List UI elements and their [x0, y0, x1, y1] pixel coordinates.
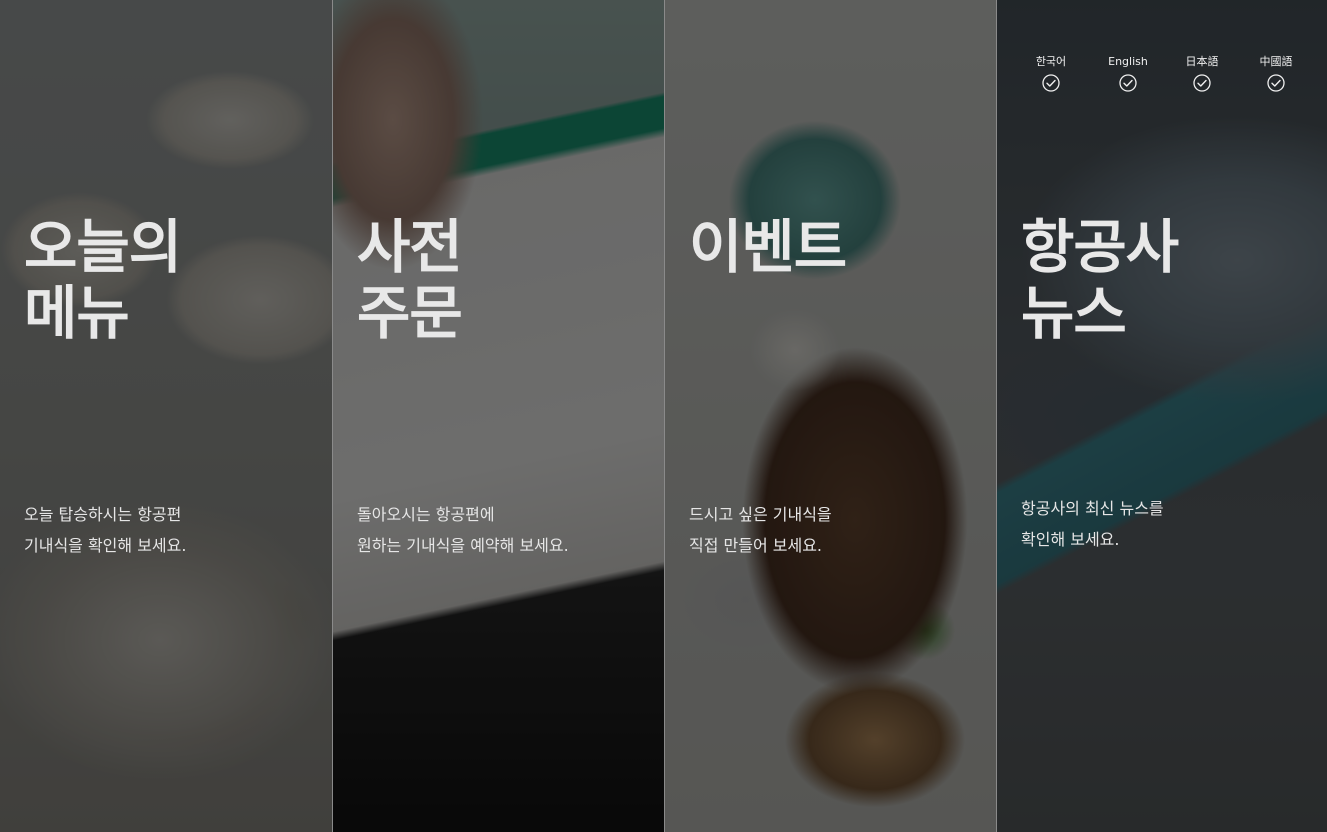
panel-title-line: 주문 [357, 279, 463, 347]
language-label: 中國語 [1259, 55, 1293, 68]
panel-airline-news[interactable]: 한국어 English 日本語 中國語 항공사 뉴스 항공사의 최신 뉴스를 확… [996, 0, 1327, 832]
panel-todays-menu[interactable]: 오늘의 메뉴 오늘 탑승하시는 항공편 기내식을 확인해 보세요. [0, 0, 332, 832]
check-circle-icon [1193, 74, 1211, 92]
panel-description-line: 기내식을 확인해 보세요. [24, 536, 187, 555]
menu-panels: 오늘의 메뉴 오늘 탑승하시는 항공편 기내식을 확인해 보세요. 사전 주문 … [0, 0, 1327, 832]
language-label: 한국어 [1035, 55, 1067, 68]
panel-title: 오늘의 메뉴 [24, 213, 182, 347]
panel-title-line: 항공사 [1021, 213, 1179, 281]
dark-overlay [997, 0, 1327, 832]
panel-description: 드시고 싶은 기내식을 직접 만들어 보세요. [689, 499, 832, 561]
language-option-japanese[interactable]: 日本語 [1167, 54, 1237, 92]
panel-description: 돌아오시는 항공편에 원하는 기내식을 예약해 보세요. [357, 499, 569, 561]
dark-overlay [0, 0, 332, 832]
dark-overlay [665, 0, 996, 832]
language-label: 日本語 [1185, 55, 1219, 68]
panel-title: 항공사 뉴스 [1021, 213, 1179, 347]
panel-description-line: 직접 만들어 보세요. [689, 536, 823, 555]
language-option-english[interactable]: English [1093, 54, 1163, 92]
panel-description-line: 오늘 탑승하시는 항공편 [24, 505, 182, 524]
check-circle-icon [1042, 74, 1060, 92]
panel-description-line: 확인해 보세요. [1021, 530, 1120, 549]
panel-title-line: 오늘의 [24, 213, 182, 281]
check-circle-icon [1119, 74, 1137, 92]
panel-description-line: 항공사의 최신 뉴스를 [1021, 499, 1164, 518]
language-option-korean[interactable]: 한국어 [1016, 54, 1086, 92]
language-label: English [1108, 55, 1148, 68]
panel-title-line: 사전 [357, 213, 463, 281]
panel-title-line: 이벤트 [689, 213, 847, 281]
language-selector: 한국어 English 日本語 中國語 [997, 54, 1327, 104]
panel-title-line: 뉴스 [1021, 279, 1127, 347]
panel-title: 사전 주문 [357, 213, 463, 347]
dark-overlay [333, 0, 664, 832]
panel-event[interactable]: 이벤트 드시고 싶은 기내식을 직접 만들어 보세요. [664, 0, 996, 832]
check-circle-icon [1267, 74, 1285, 92]
panel-description-line: 원하는 기내식을 예약해 보세요. [357, 536, 569, 555]
panel-pre-order[interactable]: 사전 주문 돌아오시는 항공편에 원하는 기내식을 예약해 보세요. [332, 0, 664, 832]
panel-description-line: 드시고 싶은 기내식을 [689, 505, 832, 524]
panel-description: 항공사의 최신 뉴스를 확인해 보세요. [1021, 493, 1164, 555]
panel-description: 오늘 탑승하시는 항공편 기내식을 확인해 보세요. [24, 499, 186, 561]
language-option-chinese[interactable]: 中國語 [1241, 54, 1311, 92]
panel-title-line: 메뉴 [24, 279, 130, 347]
panel-description-line: 돌아오시는 항공편에 [357, 505, 495, 524]
panel-title: 이벤트 [689, 213, 847, 281]
